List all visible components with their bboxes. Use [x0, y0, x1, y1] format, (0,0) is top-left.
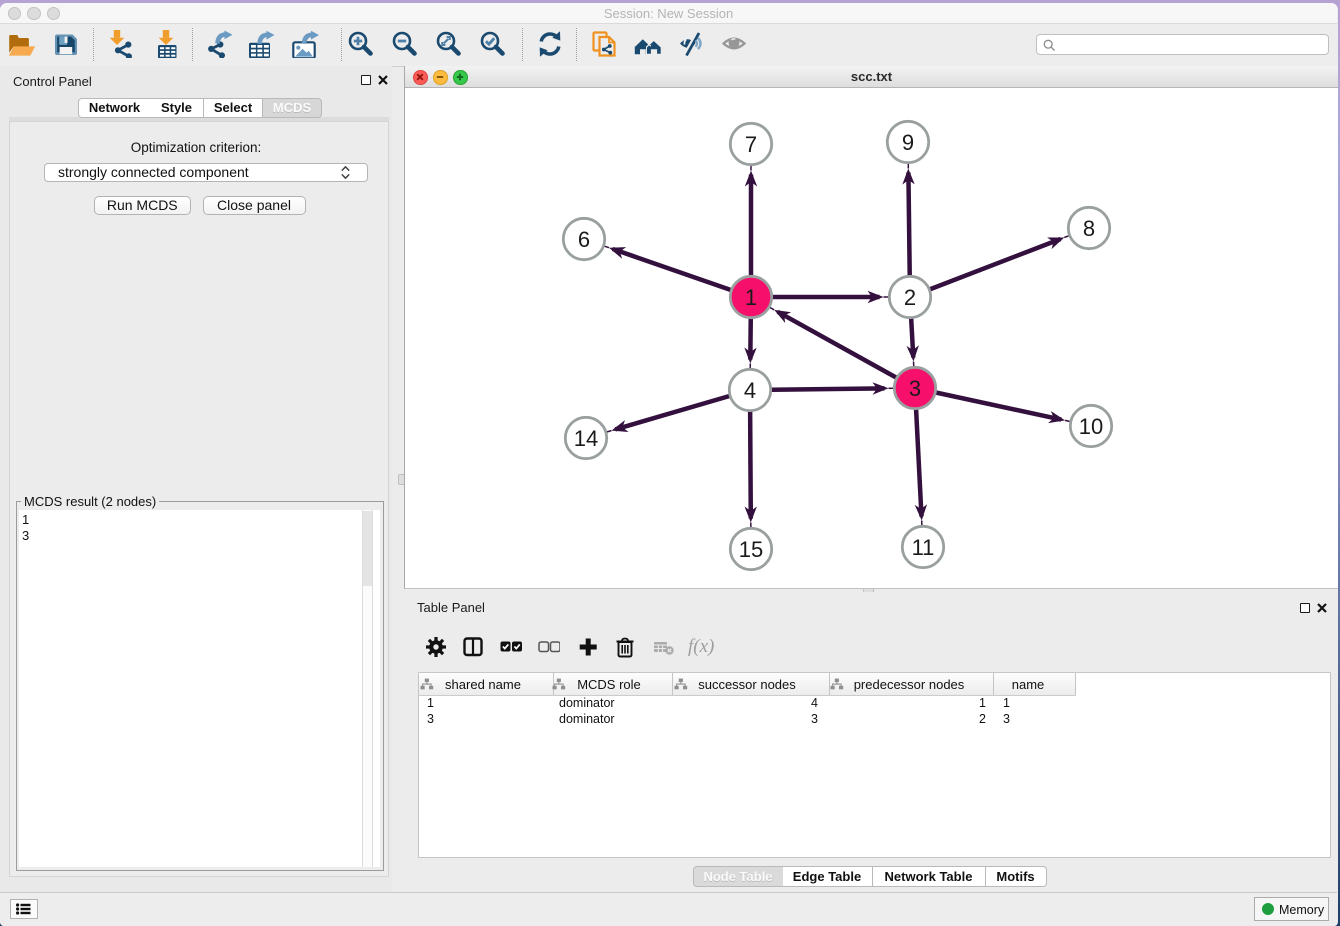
svg-text:2: 2 [904, 285, 916, 310]
svg-text:14: 14 [574, 426, 598, 451]
svg-text:11: 11 [912, 535, 935, 560]
svg-text:15: 15 [739, 537, 763, 562]
svg-text:6: 6 [578, 227, 590, 252]
svg-text:7: 7 [745, 132, 757, 157]
svg-text:3: 3 [909, 376, 921, 401]
svg-text:1: 1 [745, 285, 757, 310]
svg-text:10: 10 [1079, 414, 1103, 439]
svg-text:8: 8 [1083, 216, 1095, 241]
svg-text:9: 9 [902, 130, 914, 155]
svg-text:4: 4 [744, 378, 756, 403]
